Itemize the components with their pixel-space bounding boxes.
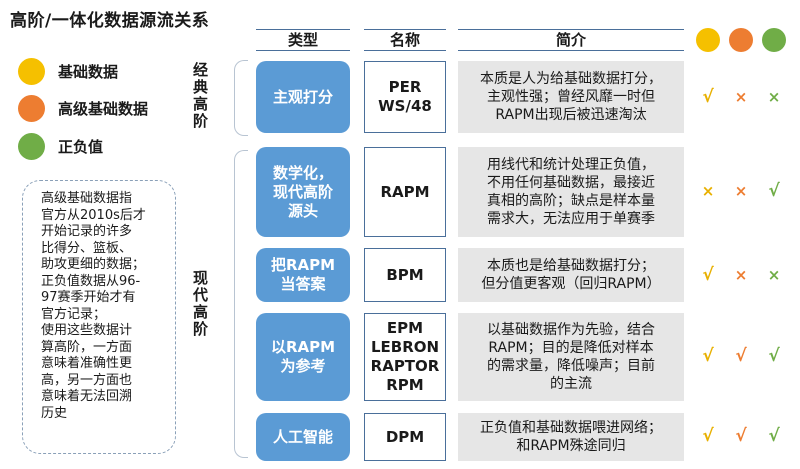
- mark-row1-plusminus: √: [768, 181, 780, 201]
- mark-row2-advanced: ×: [734, 266, 748, 284]
- mark-row2-plusminus: ×: [767, 266, 781, 284]
- mark-row0-basic: √: [702, 87, 714, 107]
- mark-row3-basic: √: [702, 346, 714, 366]
- desc-box-subjective: 本质是人为给基础数据打分， 主观性强；曾经风靡一时但 RAPM出现后被迅速淘汰: [458, 61, 684, 133]
- name-box-bpm: BPM: [364, 248, 446, 302]
- header-type: 类型: [256, 29, 350, 51]
- mark-row2-basic: √: [702, 265, 714, 285]
- mark-row4-basic: √: [702, 426, 714, 446]
- type-box-mathematical: 数学化， 现代高阶 源头: [256, 147, 350, 237]
- legend-label: 基础数据: [58, 62, 119, 81]
- classic-bracket: [234, 60, 248, 136]
- yellow-dot-icon: [18, 57, 45, 85]
- mark-row3-plusminus: √: [768, 346, 780, 366]
- mark-row1-advanced: ×: [734, 182, 748, 200]
- header-desc: 简介: [458, 29, 684, 51]
- mark-row3-advanced: √: [735, 346, 747, 366]
- desc-box-ai: 正负值和基础数据喂进网络； 和RAPM殊途同归: [458, 413, 684, 461]
- header-orange-dot-icon: [729, 28, 753, 52]
- type-box-subjective: 主观打分: [256, 61, 350, 133]
- section-modern-label: 现代高阶: [191, 270, 209, 338]
- type-box-rapm-answer: 把RAPM 当答案: [256, 248, 350, 302]
- type-box-rapm-reference: 以RAPM 为参考: [256, 313, 350, 401]
- desc-box-rapm-reference: 以基础数据作为先验，结合 RAPM；目的是降低对样本 的需求量，降低噪声；目前 …: [458, 313, 684, 401]
- desc-box-rapm: 用线代和统计处理正负值， 不用任何基础数据，最接近 真相的高阶；缺点是样本量 需…: [458, 147, 684, 237]
- mark-row1-basic: ×: [701, 182, 715, 200]
- mark-row4-plusminus: √: [768, 426, 780, 446]
- name-box-rapm: RAPM: [364, 147, 446, 237]
- note-box: 高级基础数据指 官方从2010s后才 开始记录的许多 比得分、篮板、 助攻更细的…: [22, 180, 176, 454]
- name-box-dpm: DPM: [364, 413, 446, 461]
- orange-dot-icon: [18, 94, 45, 122]
- mark-row0-plusminus: ×: [767, 88, 781, 106]
- modern-bracket: [234, 150, 248, 458]
- mark-row0-advanced: ×: [734, 88, 748, 106]
- legend-advanced-basic-data: 高级基础数据: [18, 93, 148, 123]
- type-box-ai: 人工智能: [256, 413, 350, 461]
- green-dot-icon: [18, 132, 45, 160]
- note-text: 高级基础数据指 官方从2010s后才 开始记录的许多 比得分、篮板、 助攻更细的…: [41, 191, 146, 421]
- mark-row4-advanced: √: [735, 426, 747, 446]
- legend-plus-minus: 正负值: [18, 131, 103, 161]
- desc-box-bpm: 本质也是给基础数据打分； 但分值更客观（回归RAPM）: [458, 248, 684, 302]
- legend-basic-data: 基础数据: [18, 56, 118, 86]
- page-title: 高阶/一体化数据源流关系: [10, 11, 210, 31]
- legend-label: 正负值: [58, 137, 104, 156]
- legend-label: 高级基础数据: [58, 99, 149, 118]
- header-name: 名称: [364, 29, 446, 51]
- header-green-dot-icon: [762, 28, 786, 52]
- name-box-epm-lebron-raptor-rpm: EPM LEBRON RAPTOR RPM: [364, 313, 446, 401]
- section-classic-label: 经典高阶: [191, 62, 209, 130]
- name-box-per-ws48: PER WS/48: [364, 61, 446, 133]
- header-yellow-dot-icon: [696, 28, 720, 52]
